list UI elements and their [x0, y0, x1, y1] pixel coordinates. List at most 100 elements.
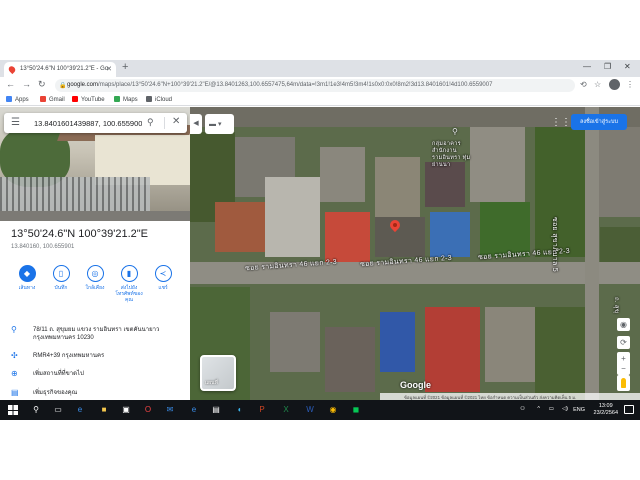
search-icon[interactable]: ⚲	[147, 117, 154, 128]
close-window-icon[interactable]: ✕	[624, 62, 631, 71]
maps-icon	[114, 96, 120, 102]
gmail-icon	[40, 96, 46, 102]
bookmark-youtube[interactable]: YouTube	[72, 96, 105, 103]
network-icon[interactable]: ▭	[549, 406, 554, 412]
browser-toolbar: ← → ↻ 🔒 google.com/maps/place/13°50'24.6…	[0, 77, 640, 94]
word-icon[interactable]: W	[304, 404, 316, 416]
maps-favicon-icon	[7, 64, 17, 75]
collapse-panel-button[interactable]: ◀	[190, 114, 202, 134]
reload-icon[interactable]: ↻	[38, 79, 46, 90]
apple-icon	[146, 96, 152, 102]
new-edge-icon[interactable]: ◐	[234, 404, 246, 416]
new-tab-button[interactable]: +	[122, 61, 128, 73]
zoom-out-button[interactable]: −	[617, 362, 630, 375]
send-to-phone-button[interactable]: ▮ ส่งไปยังโทรศัพท์ของคุณ	[114, 265, 144, 303]
apps-grid-icon[interactable]: ⋮⋮	[551, 117, 571, 128]
directions-icon: ◆	[18, 265, 36, 282]
map-roof	[595, 127, 640, 217]
restore-icon[interactable]: ❐	[604, 62, 611, 71]
road-label: ถ. สุขุ	[613, 297, 619, 314]
sign-in-button[interactable]: ลงชื่อเข้าสู่ระบบ	[571, 114, 627, 130]
transit-icon: ▬ ▾	[209, 121, 222, 128]
ie-icon[interactable]: e	[188, 404, 200, 416]
directions-label: เส้นทาง	[18, 285, 36, 291]
bookmark-apps[interactable]: Apps	[6, 96, 29, 103]
directions-button[interactable]: ◆ เส้นทาง	[12, 265, 42, 291]
windows-start-icon[interactable]	[8, 405, 18, 415]
system-clock[interactable]: 13:09 23/2/2564	[594, 403, 618, 417]
opera-icon[interactable]: O	[142, 404, 154, 416]
map-roof	[265, 177, 320, 257]
address-bar[interactable]: 🔒 google.com/maps/place/13°50'24.6"N+100…	[55, 79, 575, 92]
my-location-icon[interactable]: ◉	[617, 318, 630, 331]
share-label: แชร์	[158, 285, 168, 291]
file-explorer-icon[interactable]: ■	[98, 404, 110, 416]
bookmark-maps[interactable]: Maps	[114, 96, 138, 103]
plus-code-text: RMR4+39 กรุงเทพมหานคร	[33, 353, 105, 359]
edge-icon[interactable]: e	[74, 404, 86, 416]
close-icon[interactable]: ✕	[172, 116, 180, 127]
tray-chevron-icon[interactable]: ^	[537, 406, 540, 412]
bookmarks-bar: Apps Gmail YouTube Maps iCloud	[0, 94, 640, 106]
save-label: บันทึก	[54, 285, 68, 291]
volume-icon[interactable]: ◁)	[562, 406, 568, 412]
mail-icon[interactable]: ✉	[164, 404, 176, 416]
browser-tab[interactable]: 13°50'24.6"N 100°39'21.2"E - Go ✕	[4, 62, 116, 77]
search-divider	[164, 117, 165, 129]
url-path: /maps/place/13°50'24.6"N+100°39'21.2"E/@…	[98, 82, 493, 88]
transit-toggle[interactable]: ▬ ▾	[205, 114, 234, 134]
map-layers-button[interactable]: แผนที่	[200, 355, 236, 391]
search-icon[interactable]: ⚲	[30, 404, 42, 416]
translate-icon[interactable]: ⟲	[580, 80, 587, 89]
close-tab-icon[interactable]: ✕	[106, 65, 112, 73]
map-roof	[215, 202, 265, 252]
line-app-icon[interactable]: ◼	[350, 404, 362, 416]
notifications-icon[interactable]	[624, 405, 634, 414]
clock-date: 23/2/2564	[593, 410, 618, 416]
search-input[interactable]: 13.8401601439887, 100.6559007	[34, 119, 142, 128]
input-language[interactable]: ENG	[573, 407, 585, 413]
store-icon[interactable]: ▣	[120, 404, 132, 416]
document-icon[interactable]: ▤	[210, 404, 222, 416]
poi-marker-icon[interactable]: ⚲	[452, 127, 458, 136]
google-logo: Google	[400, 380, 431, 390]
share-icon: ≺	[154, 265, 172, 282]
map-attribution: ข้อมูลแผนที่ ©2021 ข้อมูลแผนที่ ©2021 ไท…	[380, 393, 640, 400]
excel-icon[interactable]: X	[280, 404, 292, 416]
share-button[interactable]: ≺ แชร์	[148, 265, 178, 291]
road-label: ซอย สุขาภิบาล 5	[551, 217, 558, 273]
forward-icon[interactable]: →	[22, 79, 31, 89]
bookmark-icloud[interactable]: iCloud	[146, 96, 172, 103]
satellite-map[interactable]: ซอย รามอินทรา 46 แยก 2-3 ซอย รามอินทรา 4…	[190, 107, 640, 400]
business-icon: ▤	[11, 388, 19, 397]
bookmark-gmail[interactable]: Gmail	[40, 96, 65, 103]
tab-strip: 13°50'24.6"N 100°39'21.2"E - Go ✕ + — ❐ …	[0, 60, 640, 77]
more-menu-icon[interactable]: ⋮	[626, 80, 634, 89]
add-missing-place-text: เพิ่มสถานที่ที่ขาดไป	[33, 371, 84, 377]
chrome-icon[interactable]: ◉	[327, 404, 339, 416]
location-pin-icon[interactable]	[390, 220, 400, 234]
address-text: 78/11 ถ. สุขุมยม แขวง รามอินทรา เขตคันนา…	[33, 327, 160, 341]
tab-title: 13°50'24.6"N 100°39'21.2"E - Go	[20, 66, 109, 72]
rotate-icon[interactable]: ⟳	[617, 336, 630, 349]
map-roof	[270, 312, 320, 372]
place-title: 13°50'24.6"N 100°39'21.2"E	[11, 228, 149, 240]
nearby-button[interactable]: ◎ ใกล้เคียง	[80, 265, 110, 291]
bookmark-star-icon[interactable]: ☆	[594, 80, 601, 89]
street-view-pegman-icon[interactable]	[617, 375, 630, 391]
add-place-icon: ⊕	[11, 369, 18, 378]
hamburger-menu-icon[interactable]: ☰	[11, 117, 20, 128]
search-box: ☰ 13.8401601439887, 100.6559007 ⚲ ✕	[4, 113, 187, 133]
profile-avatar[interactable]	[609, 79, 620, 90]
save-button[interactable]: ▯ บันทึก	[46, 265, 76, 291]
map-roof	[325, 327, 375, 392]
task-view-icon[interactable]: ▭	[52, 404, 64, 416]
layers-label: แผนที่	[205, 380, 218, 386]
map-roof	[380, 312, 415, 372]
back-icon[interactable]: ←	[6, 79, 15, 89]
people-icon[interactable]: ⚇	[520, 406, 525, 412]
map-roof	[375, 157, 420, 217]
powerpoint-icon[interactable]: P	[256, 404, 268, 416]
poi-label[interactable]: กลุ่มอาคารสำนักงาน รามอินทรา ทุ่มย่านนา	[432, 141, 472, 169]
minimize-icon[interactable]: —	[583, 62, 591, 71]
